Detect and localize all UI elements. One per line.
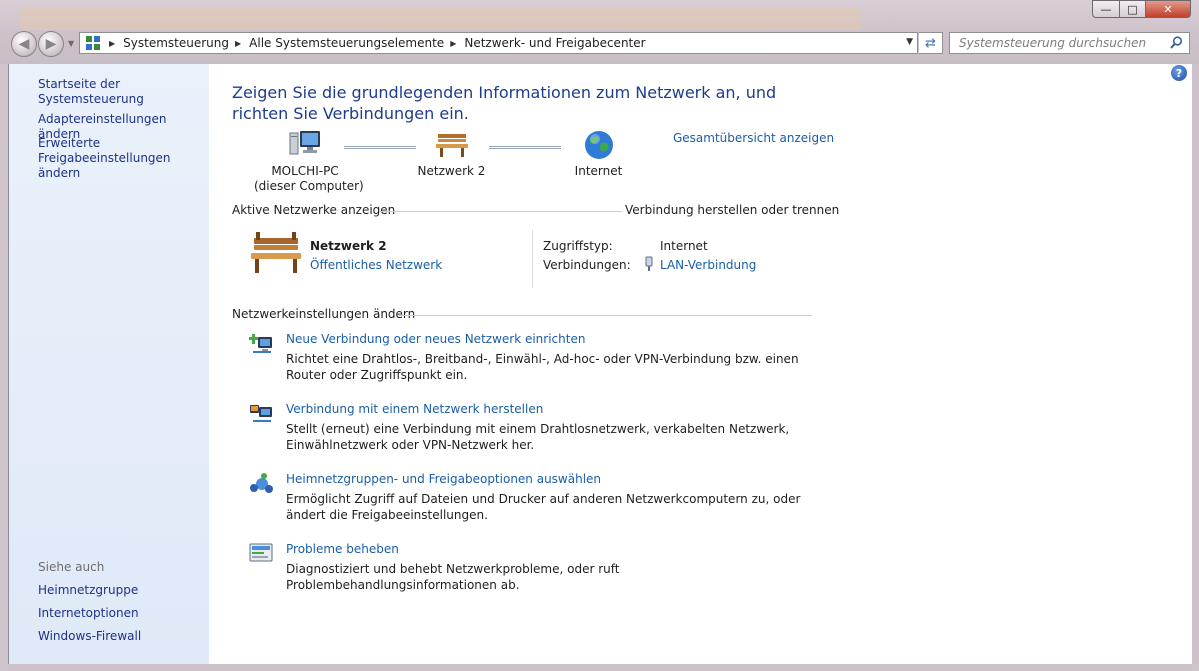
bench-icon xyxy=(435,134,468,157)
breadcrumb-chevron-icon[interactable]: ▶ xyxy=(450,39,456,48)
access-type-value: Internet xyxy=(660,239,708,253)
breadcrumb-netzwerkcenter[interactable]: Netzwerk- und Freigabecenter xyxy=(464,36,645,50)
full-map-link[interactable]: Gesamtübersicht anzeigen xyxy=(673,131,834,145)
task-connect-network: Verbindung mit einem Netzwerk herstellen… xyxy=(249,402,829,452)
network-name: Netzwerk 2 xyxy=(310,239,387,253)
sidebar-internet-options-link[interactable]: Internetoptionen xyxy=(38,606,139,621)
task-homegroup: Heimnetzgruppen- und Freigabeoptionen au… xyxy=(249,472,829,522)
panel-divider xyxy=(532,230,533,288)
map-connector xyxy=(489,146,561,149)
computer-name: MOLCHI-PC xyxy=(271,164,339,178)
internet-label: Internet xyxy=(574,164,623,178)
ethernet-icon xyxy=(644,256,654,275)
active-network-panel: Netzwerk 2 Öffentliches Netzwerk Zugriff… xyxy=(249,230,814,290)
maximize-button[interactable]: □ xyxy=(1119,0,1145,18)
access-type-label: Zugriffstyp: xyxy=(543,239,613,253)
background-window-ghost xyxy=(20,8,862,30)
network-node[interactable]: Netzwerk 2 xyxy=(414,128,489,179)
network-type-link[interactable]: Öffentliches Netzwerk xyxy=(310,258,442,272)
task-connect-network-desc: Stellt (erneut) eine Verbindung mit eine… xyxy=(286,422,790,452)
connections-label: Verbindungen: xyxy=(543,258,631,272)
see-also-heading: Siehe auch xyxy=(38,560,105,574)
section-divider xyxy=(379,211,622,212)
task-new-connection-link[interactable]: Neue Verbindung oder neues Netzwerk einr… xyxy=(286,332,585,346)
back-button[interactable]: ◀ xyxy=(11,31,37,57)
troubleshoot-icon xyxy=(249,542,275,566)
task-troubleshoot-link[interactable]: Probleme beheben xyxy=(286,542,399,556)
globe-icon xyxy=(584,131,613,159)
connect-disconnect-link[interactable]: Verbindung herstellen oder trennen xyxy=(625,203,839,217)
search-input[interactable]: Systemsteuerung durchsuchen xyxy=(949,32,1190,54)
task-homegroup-link[interactable]: Heimnetzgruppen- und Freigabeoptionen au… xyxy=(286,472,601,486)
close-button[interactable]: ✕ xyxy=(1145,0,1191,18)
search-icon[interactable] xyxy=(1170,36,1183,52)
breadcrumb-alle-elemente[interactable]: Alle Systemsteuerungselemente xyxy=(249,36,444,50)
computer-node[interactable]: MOLCHI-PC (dieser Computer) xyxy=(254,128,364,194)
main-content: ? Zeigen Sie die grundlegenden Informati… xyxy=(209,64,1192,664)
network-node-name: Netzwerk 2 xyxy=(417,164,486,178)
task-new-connection: Neue Verbindung oder neues Netzwerk einr… xyxy=(249,332,829,382)
internet-node[interactable]: Internet xyxy=(561,128,636,179)
lan-connection-link[interactable]: LAN-Verbindung xyxy=(660,258,756,272)
new-connection-icon xyxy=(249,332,275,356)
computer-sub: (dieser Computer) xyxy=(254,179,364,193)
sidebar-home-link[interactable]: Startseite der Systemsteuerung xyxy=(38,77,209,107)
recent-pages-dropdown[interactable]: ▼ xyxy=(68,39,74,48)
sidebar-firewall-link[interactable]: Windows-Firewall xyxy=(38,629,141,644)
breadcrumb-chevron-icon[interactable]: ▶ xyxy=(235,39,241,48)
connect-network-icon xyxy=(249,402,275,426)
window-titlebar: — □ ✕ ◀ ▶ ▼ ▶ Systemsteuerung ▶ Alle Sys… xyxy=(0,0,1199,64)
address-dropdown-icon[interactable]: ▼ xyxy=(906,37,913,47)
task-homegroup-desc: Ermöglicht Zugriff auf Dateien und Druck… xyxy=(286,492,801,522)
bench-icon xyxy=(251,232,301,273)
task-troubleshoot: Probleme beheben Diagnostiziert und behe… xyxy=(249,542,829,592)
search-placeholder: Systemsteuerung durchsuchen xyxy=(959,36,1147,50)
task-new-connection-desc: Richtet eine Drahtlos-, Breitband-, Einw… xyxy=(286,352,799,382)
breadcrumb: ▶ Systemsteuerung ▶ Alle Systemsteuerung… xyxy=(103,36,646,50)
task-connect-network-link[interactable]: Verbindung mit einem Netzwerk herstellen xyxy=(286,402,543,416)
arrow-left-icon: ◀ xyxy=(18,36,30,52)
homegroup-icon xyxy=(249,472,275,496)
window-border-bottom xyxy=(8,664,1192,671)
breadcrumb-systemsteuerung[interactable]: Systemsteuerung xyxy=(123,36,229,50)
forward-button[interactable]: ▶ xyxy=(38,31,64,57)
arrow-right-icon: ▶ xyxy=(45,36,57,52)
change-settings-heading: Netzwerkeinstellungen ändern xyxy=(232,307,416,321)
help-icon[interactable]: ? xyxy=(1171,65,1187,81)
control-panel-icon xyxy=(83,34,103,52)
refresh-button[interactable]: ⇄ xyxy=(919,32,943,54)
minimize-button[interactable]: — xyxy=(1092,0,1119,18)
window-controls: — □ ✕ xyxy=(1092,0,1191,18)
page-title: Zeigen Sie die grundlegenden Information… xyxy=(232,83,777,123)
active-networks-heading: Aktive Netzwerke anzeigen xyxy=(232,203,396,217)
window-border-right xyxy=(1192,64,1199,664)
refresh-icon: ⇄ xyxy=(925,35,936,51)
sidebar: Startseite der Systemsteuerung Adapterei… xyxy=(8,64,209,664)
task-troubleshoot-desc: Diagnostiziert und behebt Netzwerkproble… xyxy=(286,562,620,592)
sidebar-advanced-sharing-link[interactable]: Erweiterte Freigabeeinstellungen ändern xyxy=(38,136,208,181)
breadcrumb-chevron-icon[interactable]: ▶ xyxy=(109,39,115,48)
computer-icon xyxy=(289,131,320,155)
section-divider xyxy=(399,315,812,316)
address-bar[interactable]: ▶ Systemsteuerung ▶ Alle Systemsteuerung… xyxy=(79,32,918,54)
map-connector xyxy=(344,146,416,149)
sidebar-homegroup-link[interactable]: Heimnetzgruppe xyxy=(38,583,138,598)
